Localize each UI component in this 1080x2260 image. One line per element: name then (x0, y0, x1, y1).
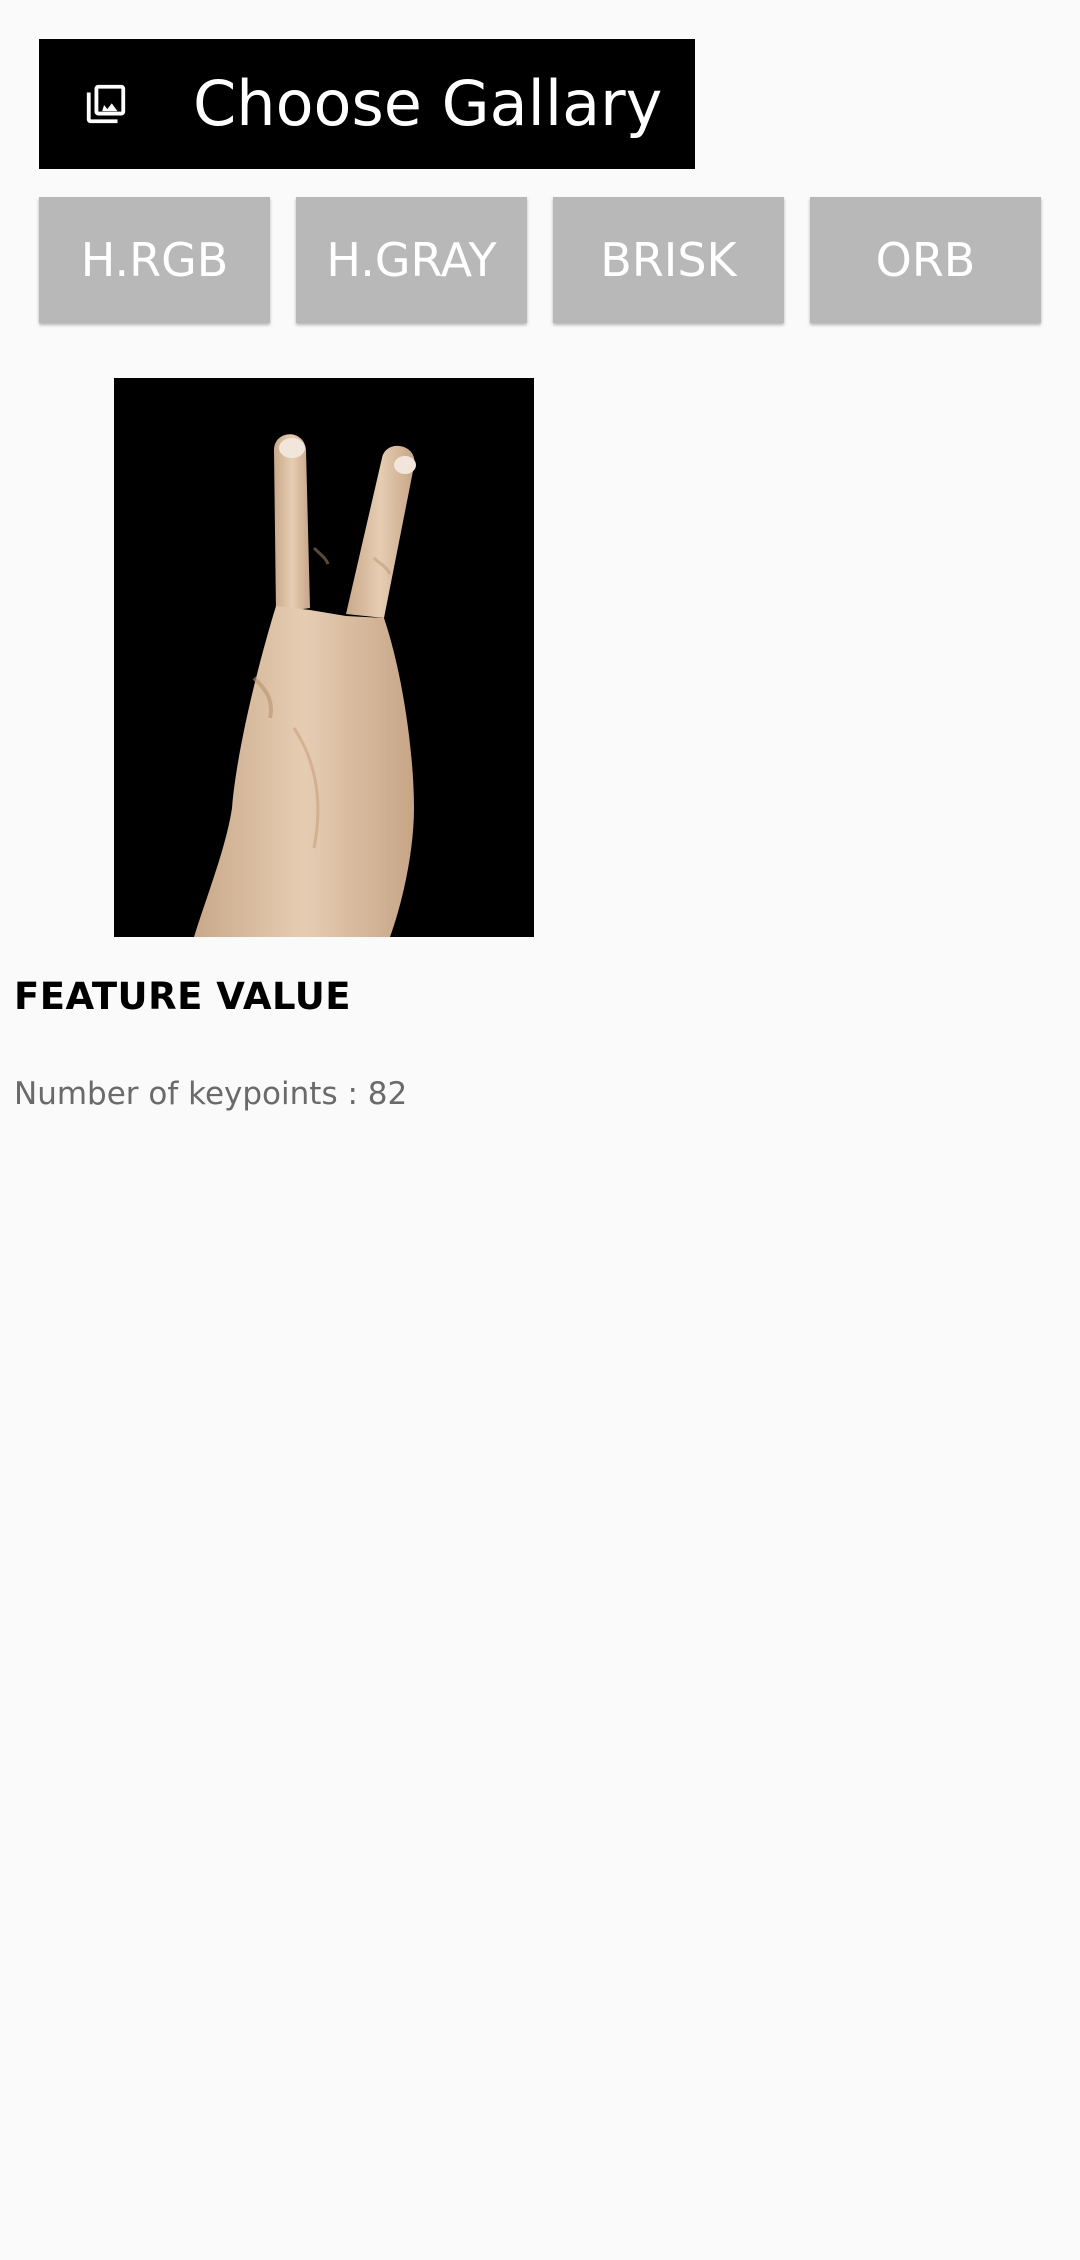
selected-image-preview (114, 378, 534, 937)
hand-image (114, 378, 534, 937)
screen: Choose Gallary H.RGB H.GRAY BRISK ORB FE… (0, 0, 1080, 2260)
orb-button[interactable]: ORB (810, 197, 1041, 323)
brisk-button[interactable]: BRISK (553, 197, 784, 323)
choose-gallery-label: Choose Gallary (193, 67, 663, 140)
choose-gallery-button[interactable]: Choose Gallary (39, 39, 695, 169)
hgray-button[interactable]: H.GRAY (296, 197, 527, 323)
gallery-icon (86, 84, 126, 124)
keypoints-result-text: Number of keypoints : 82 (14, 1076, 408, 1112)
feature-button-row: H.RGB H.GRAY BRISK ORB (39, 197, 1041, 323)
hrgb-button[interactable]: H.RGB (39, 197, 270, 323)
feature-value-heading: FEATURE VALUE (14, 975, 352, 1018)
